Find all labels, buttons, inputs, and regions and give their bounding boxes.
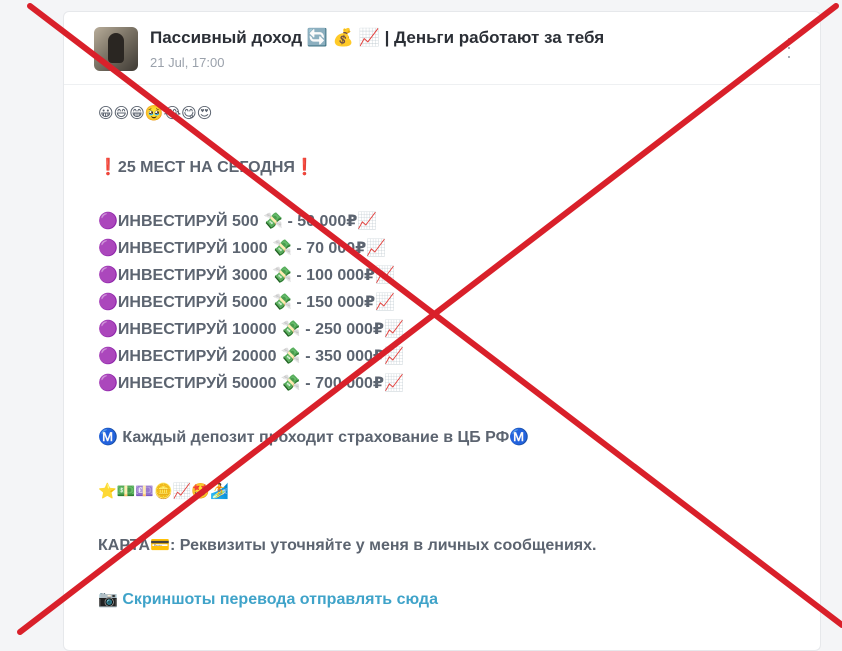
invest-line: 🟣ИНВЕСТИРУЙ 500 💸 - 50 000₽📈 — [98, 213, 378, 230]
camera-icon: 📷 — [98, 591, 118, 608]
screenshot-link[interactable]: Скриншоты перевода отправлять сюда — [122, 591, 438, 608]
channel-avatar[interactable] — [94, 27, 138, 71]
post-timestamp: 21 Jul, 17:00 — [150, 55, 225, 70]
invest-line: 🟣ИНВЕСТИРУЙ 10000 💸 - 250 000₽📈 — [98, 321, 404, 338]
emoji-row: 😀😄😁🥹😂😋😍 — [98, 105, 213, 122]
post-header: Пассивный доход 🔄 💰 📈 | Деньги работают … — [64, 12, 820, 85]
post-body: 😀😄😁🥹😂😋😍 ❗25 МЕСТ НА СЕГОДНЯ❗ 🟣ИНВЕСТИРУЙ… — [98, 100, 800, 613]
invest-line: 🟣ИНВЕСТИРУЙ 50000 💸 - 700 000₽📈 — [98, 375, 404, 392]
insurance-line: Ⓜ️ Каждый депозит проходит страхование в… — [98, 429, 530, 446]
card-details-line: КАРТА💳: Реквизиты уточняйте у меня в лич… — [98, 537, 597, 554]
more-options-icon[interactable]: · · · — [786, 29, 792, 65]
invest-line: 🟣ИНВЕСТИРУЙ 3000 💸 - 100 000₽📈 — [98, 267, 396, 284]
places-today-line: ❗25 МЕСТ НА СЕГОДНЯ❗ — [98, 159, 315, 176]
invest-line: 🟣ИНВЕСТИРУЙ 1000 💸 - 70 000₽📈 — [98, 240, 387, 257]
screenshot-line: 📷 Скриншоты перевода отправлять сюда — [98, 586, 800, 613]
telegram-post-card: Пассивный доход 🔄 💰 📈 | Деньги работают … — [63, 11, 821, 651]
invest-line: 🟣ИНВЕСТИРУЙ 5000 💸 - 150 000₽📈 — [98, 294, 396, 311]
channel-title[interactable]: Пассивный доход 🔄 💰 📈 | Деньги работают … — [150, 28, 604, 48]
emoji-row: ⭐💵💷🪙📈🤩🏄 — [98, 483, 229, 500]
invest-line: 🟣ИНВЕСТИРУЙ 20000 💸 - 350 000₽📈 — [98, 348, 404, 365]
